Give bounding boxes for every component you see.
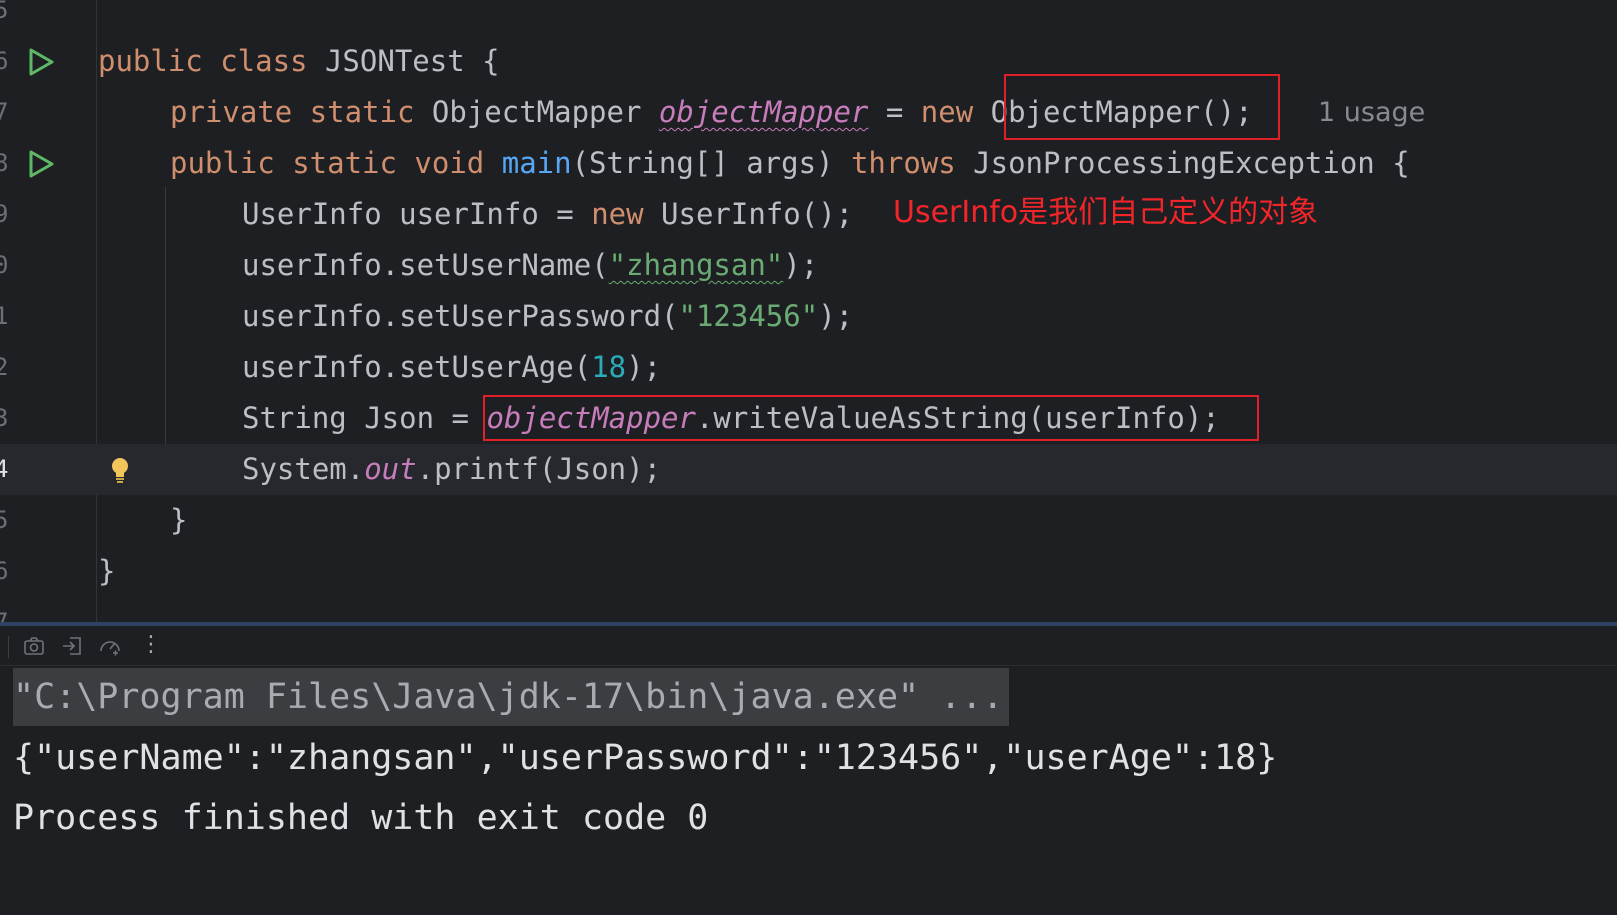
line-number: 5 xyxy=(0,506,9,534)
code-text: public class JSONTest { xyxy=(98,44,500,78)
console-exit-line: Process finished with exit code 0 xyxy=(13,798,709,838)
code-line[interactable]: 6 } xyxy=(0,546,1617,597)
line-number: 7 xyxy=(0,98,9,126)
run-tool-window: ⋮ "C:\Program Files\Java\jdk-17\bin\java… xyxy=(0,622,1617,915)
code-text: System.out.printf(Json); xyxy=(242,452,662,486)
gauge-icon[interactable] xyxy=(98,634,122,658)
line-number: 5 xyxy=(0,0,9,24)
highlight-box-objectmapper-ctor xyxy=(1004,74,1280,140)
toolbar-separator xyxy=(8,636,9,658)
run-toolbar: ⋮ xyxy=(0,626,1617,666)
line-number: 4 xyxy=(0,455,9,483)
code-line[interactable]: 8 public static void main(String[] args)… xyxy=(0,138,1617,189)
code-line[interactable]: 6 public class JSONTest { xyxy=(0,36,1617,87)
code-editor[interactable]: 5 6 public class JSONTest { 7 private st… xyxy=(0,0,1617,645)
code-text: userInfo.setUserPassword("123456"); xyxy=(242,299,854,333)
code-text: UserInfo userInfo = new UserInfo(); xyxy=(242,197,854,231)
annotation-text: UserInfo是我们自己定义的对象 xyxy=(893,195,1319,230)
highlight-box-writevalue xyxy=(483,395,1259,441)
code-text: public static void main(String[] args) t… xyxy=(170,146,1410,180)
line-number: 1 xyxy=(0,302,9,330)
code-text: } xyxy=(170,503,188,537)
line-number: 9 xyxy=(0,200,9,228)
line-number: 2 xyxy=(0,353,9,381)
code-line[interactable]: 2 userInfo.setUserAge(18); xyxy=(0,342,1617,393)
code-text: userInfo.setUserName("zhangsan"); xyxy=(242,248,819,282)
run-icon[interactable] xyxy=(26,149,56,179)
code-line[interactable]: 7 private static ObjectMapper objectMapp… xyxy=(0,87,1617,138)
console-output-line: {"userName":"zhangsan","userPassword":"1… xyxy=(13,738,1278,778)
exit-icon[interactable] xyxy=(60,634,84,658)
line-number: 3 xyxy=(0,404,9,432)
code-line[interactable]: 5 xyxy=(0,0,1617,36)
more-options-icon[interactable]: ⋮ xyxy=(140,630,162,660)
camera-icon[interactable] xyxy=(22,634,46,658)
code-line[interactable]: 0 userInfo.setUserName("zhangsan"); xyxy=(0,240,1617,291)
code-line[interactable]: 9 UserInfo userInfo = new UserInfo(); xyxy=(0,189,1617,240)
line-number: 0 xyxy=(0,251,9,279)
code-line-current[interactable]: 4 System.out.printf(Json); xyxy=(0,444,1617,495)
line-number: 6 xyxy=(0,557,9,585)
run-icon[interactable] xyxy=(26,47,56,77)
console-command-line[interactable]: "C:\Program Files\Java\jdk-17\bin\java.e… xyxy=(13,668,1010,726)
lightbulb-icon[interactable] xyxy=(108,456,132,486)
usage-hint[interactable]: 1 usage xyxy=(1318,87,1425,138)
code-text: } xyxy=(98,554,116,588)
code-line[interactable]: 1 userInfo.setUserPassword("123456"); xyxy=(0,291,1617,342)
code-line[interactable]: 5 } xyxy=(0,495,1617,546)
code-text: userInfo.setUserAge(18); xyxy=(242,350,662,384)
